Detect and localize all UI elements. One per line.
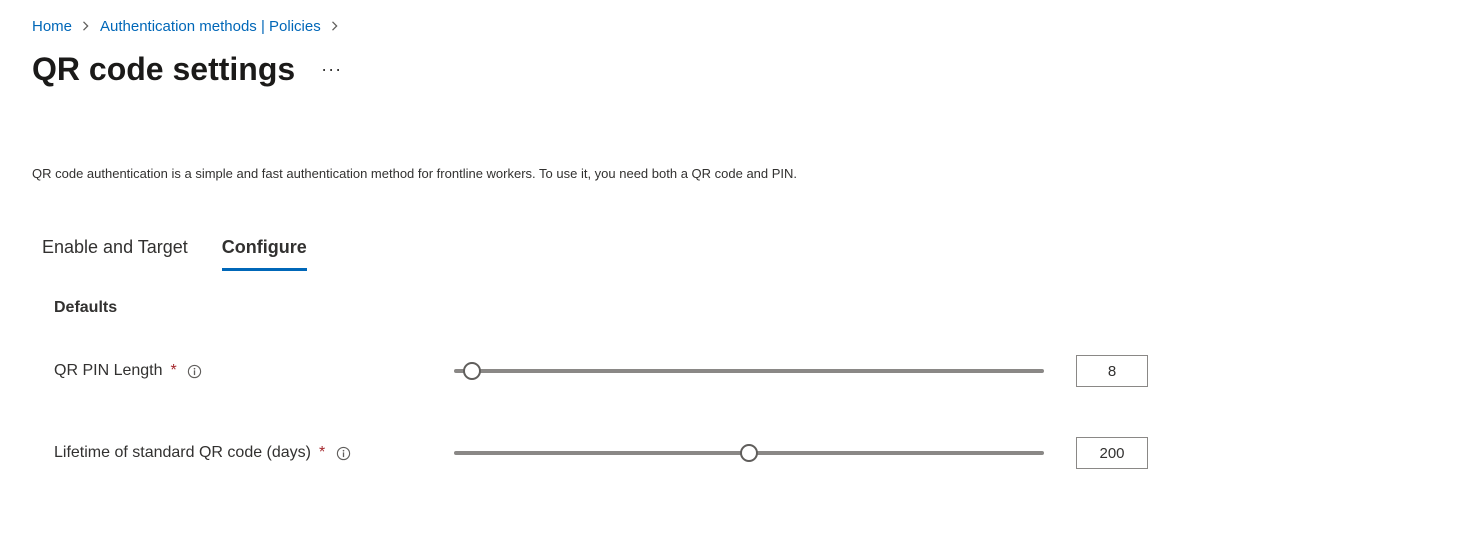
chevron-right-icon [82,19,90,34]
input-pin-length[interactable] [1076,355,1148,387]
slider-thumb[interactable] [463,362,481,380]
setting-label-lifetime: Lifetime of standard QR code (days) [54,444,311,462]
tab-enable-and-target[interactable]: Enable and Target [42,231,188,271]
section-heading-defaults: Defaults [32,299,1428,317]
slider-lifetime[interactable] [454,451,1044,455]
breadcrumb: Home Authentication methods | Policies [32,18,1428,35]
setting-row-lifetime: Lifetime of standard QR code (days) * [54,423,1428,483]
page-description: QR code authentication is a simple and f… [32,166,932,181]
breadcrumb-link-home[interactable]: Home [32,18,72,35]
tab-configure[interactable]: Configure [222,231,307,271]
chevron-right-icon [331,19,339,34]
breadcrumb-link-auth-methods[interactable]: Authentication methods | Policies [100,18,321,35]
required-asterisk: * [171,362,177,380]
slider-thumb[interactable] [740,444,758,462]
info-icon[interactable] [335,445,351,461]
slider-pin-length[interactable] [454,369,1044,373]
page-title: QR code settings [32,51,295,88]
required-asterisk: * [319,444,325,462]
tabs: Enable and Target Configure [32,231,1428,271]
info-icon[interactable] [187,363,203,379]
input-lifetime[interactable] [1076,437,1148,469]
setting-label-pin-length: QR PIN Length [54,362,163,380]
more-icon[interactable]: ··· [315,53,348,86]
setting-row-pin-length: QR PIN Length * [54,341,1428,401]
